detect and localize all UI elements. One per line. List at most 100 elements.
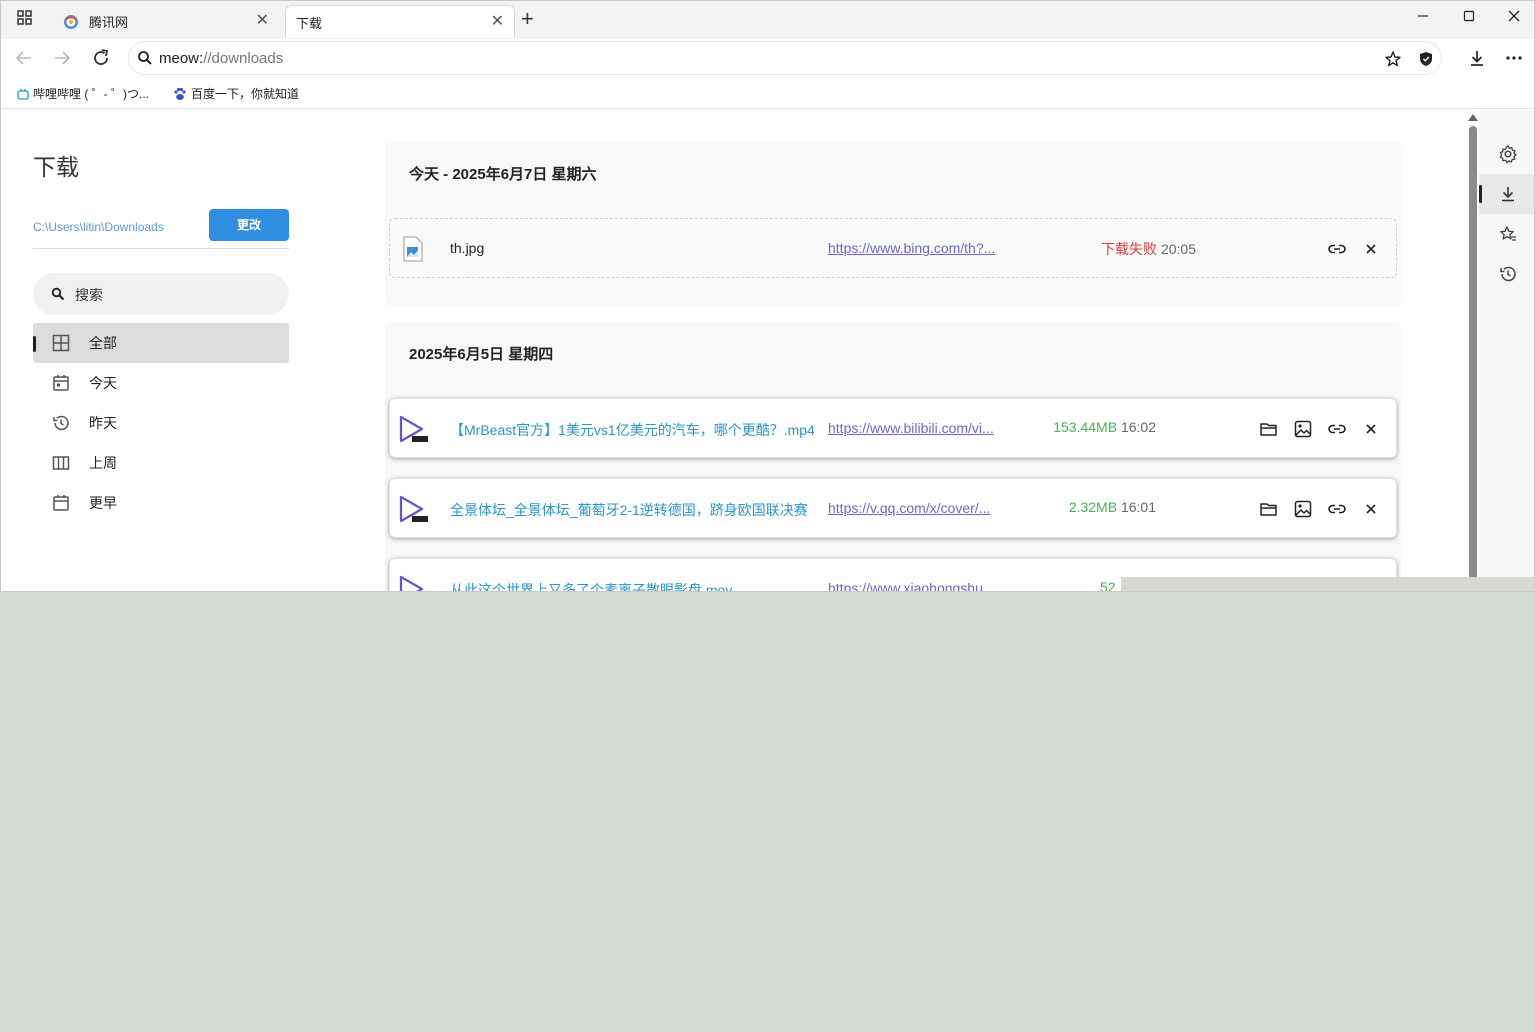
- baidu-paw-icon: [173, 87, 187, 101]
- downloads-panel-button[interactable]: [1479, 174, 1534, 214]
- copy-link-icon[interactable]: [1326, 238, 1348, 260]
- close-window-button[interactable]: [1503, 7, 1525, 29]
- close-tab-icon[interactable]: ✕: [491, 14, 504, 30]
- active-indicator: [1479, 185, 1482, 203]
- tab-label: 腾讯网: [89, 15, 129, 30]
- url-text: meow://downloads: [159, 50, 283, 67]
- bookmark-bilibili[interactable]: 哔哩哔哩 ( ゜- ゜)つ...: [17, 85, 149, 102]
- toolbar: meow://downloads: [1, 39, 1534, 79]
- download-path: C:\Users\litin\Downloads: [33, 220, 164, 234]
- calendar-icon: [51, 493, 71, 513]
- download-item[interactable]: th.jpg https://www.bing.com/th?... 下载失败 …: [389, 218, 1397, 278]
- browser-window: 腾讯网 ✕ 下载 ✕ + meow://downloads 哔哩哔哩 (゜- …: [0, 0, 1535, 592]
- remove-icon[interactable]: [1360, 498, 1382, 520]
- open-folder-icon[interactable]: [1258, 418, 1280, 440]
- file-size: 153.44MB: [1053, 419, 1118, 435]
- group-title: 今天 - 2025年6月7日 星期六: [409, 166, 597, 183]
- search-placeholder: 搜索: [75, 287, 103, 303]
- file-name[interactable]: 全景体坛_全景体坛_葡萄牙2-1逆转德国，跻身欧国联决赛: [450, 500, 814, 520]
- more-menu-icon[interactable]: [1504, 48, 1524, 68]
- copy-link-icon[interactable]: [1326, 498, 1348, 520]
- date-group: 2025年6月5日 星期四 【MrBeast官方】1美元vs1亿美元的汽车，哪个…: [385, 322, 1401, 592]
- nav-label: 更早: [89, 495, 117, 511]
- remove-icon[interactable]: [1360, 238, 1382, 260]
- file-size: 2.32MB: [1068, 499, 1118, 515]
- tab-tencent[interactable]: 腾讯网 ✕: [53, 5, 279, 38]
- calendar-today-icon: [51, 373, 71, 393]
- source-url[interactable]: https://www.bing.com/th?...: [828, 240, 995, 256]
- bookmark-baidu[interactable]: 百度一下，你就知道: [173, 85, 299, 102]
- background-region: [1121, 577, 1534, 591]
- copy-link-icon[interactable]: [1326, 418, 1348, 440]
- download-item[interactable]: 全景体坛_全景体坛_葡萄牙2-1逆转德国，跻身欧国联决赛 https://v.q…: [389, 478, 1397, 538]
- close-tab-icon[interactable]: ✕: [256, 13, 269, 29]
- nav-last-week[interactable]: 上周: [33, 443, 289, 483]
- nav-yesterday[interactable]: 昨天: [33, 403, 289, 443]
- tencent-favicon-icon: [63, 14, 79, 30]
- workspaces-icon[interactable]: [15, 8, 35, 28]
- nav-all[interactable]: 全部: [33, 323, 289, 363]
- open-file-icon[interactable]: [1292, 498, 1314, 520]
- file-name[interactable]: 【MrBeast官方】1美元vs1亿美元的汽车，哪个更酷？.mp4: [450, 420, 814, 440]
- url-scheme: meow:: [159, 50, 204, 67]
- file-name[interactable]: 从此这个世界上又多了个素离子散眼影盘.mov: [450, 580, 814, 591]
- maximize-button[interactable]: [1458, 7, 1480, 29]
- download-item[interactable]: 【MrBeast官方】1美元vs1亿美元的汽车，哪个更酷？.mp4 https:…: [389, 398, 1397, 458]
- address-bar[interactable]: meow://downloads: [128, 41, 1442, 75]
- favorites-button[interactable]: [1479, 214, 1534, 254]
- video-file-icon: [398, 494, 430, 524]
- open-file-icon[interactable]: [1292, 418, 1314, 440]
- open-folder-icon[interactable]: [1258, 498, 1280, 520]
- download-icon: [1498, 184, 1518, 204]
- source-url[interactable]: https://www.xiaohongshu....: [828, 580, 998, 591]
- bookmark-label: 哔哩哔哩 ( ゜- ゜)つ...: [33, 87, 149, 101]
- change-folder-button[interactable]: 更改: [209, 209, 289, 241]
- nav-label: 昨天: [89, 415, 117, 431]
- active-indicator: [33, 336, 36, 352]
- source-url[interactable]: https://v.qq.com/x/cover/...: [828, 500, 990, 516]
- download-time: 16:02: [1120, 419, 1156, 435]
- star-icon[interactable]: [1384, 50, 1402, 68]
- search-icon: [137, 50, 153, 66]
- nav-earlier[interactable]: 更早: [33, 483, 289, 523]
- page-title: 下载: [33, 154, 79, 180]
- right-side-panel: [1479, 110, 1534, 591]
- remove-icon[interactable]: [1360, 418, 1382, 440]
- history-button[interactable]: [1479, 254, 1534, 294]
- image-file-icon: [402, 236, 424, 262]
- video-file-icon: [398, 574, 430, 591]
- bookmarks-bar: 哔哩哔哩 ( ゜- ゜)つ... 百度一下，你就知道: [1, 79, 1534, 109]
- download-icon[interactable]: [1467, 48, 1487, 68]
- download-status: 2.32MB 16:01: [1069, 499, 1156, 515]
- tab-label: 下载: [296, 15, 323, 31]
- url-path: //downloads: [203, 50, 284, 67]
- tab-downloads[interactable]: 下载 ✕: [285, 5, 515, 38]
- search-input[interactable]: 搜索: [33, 273, 289, 315]
- scrollbar[interactable]: [1467, 110, 1479, 591]
- forward-button[interactable]: [51, 47, 73, 69]
- divider: [33, 248, 289, 249]
- source-url[interactable]: https://www.bilibili.com/vi...: [828, 420, 994, 436]
- nav-today[interactable]: 今天: [33, 363, 289, 403]
- history-icon: [51, 413, 71, 433]
- download-status: 52: [1100, 579, 1116, 592]
- file-name[interactable]: th.jpg: [450, 240, 814, 256]
- scroll-up-arrow-icon[interactable]: [1468, 114, 1478, 121]
- file-size: 52: [1100, 579, 1116, 592]
- date-group: 今天 - 2025年6月7日 星期六 th.jpg https://www.bi…: [385, 142, 1401, 306]
- tab-strip: 腾讯网 ✕ 下载 ✕ +: [1, 1, 1534, 39]
- reload-button[interactable]: [90, 47, 112, 69]
- scroll-thumb[interactable]: [1469, 126, 1477, 591]
- back-button[interactable]: [13, 47, 35, 69]
- nav-label: 全部: [89, 335, 117, 351]
- bilibili-icon: [17, 88, 29, 100]
- group-title: 2025年6月5日 星期四: [409, 346, 554, 363]
- shield-icon[interactable]: [1417, 50, 1435, 68]
- download-status: 下载失败 20:05: [1101, 239, 1196, 259]
- video-file-icon: [398, 414, 430, 444]
- settings-button[interactable]: [1479, 134, 1534, 174]
- week-columns-icon: [51, 453, 71, 473]
- minimize-button[interactable]: [1412, 7, 1434, 29]
- search-icon: [51, 287, 65, 301]
- new-tab-button[interactable]: +: [521, 8, 534, 30]
